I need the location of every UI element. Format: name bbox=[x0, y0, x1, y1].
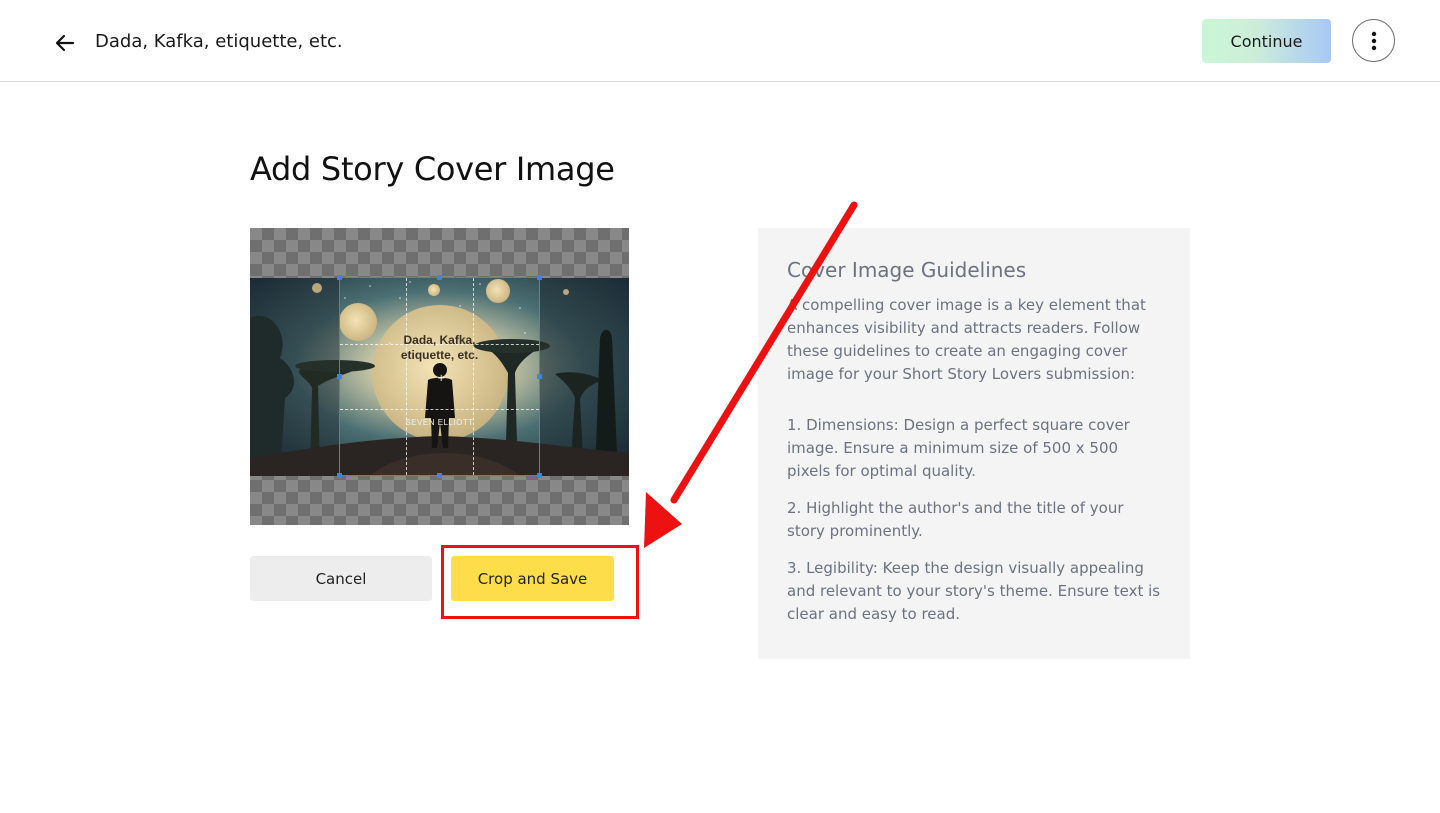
continue-button[interactable]: Continue bbox=[1202, 19, 1331, 63]
cover-guidelines-panel: Cover Image Guidelines A compelling cove… bbox=[758, 228, 1190, 659]
crop-handle-bottom[interactable] bbox=[437, 473, 442, 478]
back-arrow-icon[interactable] bbox=[52, 30, 78, 56]
guidelines-intro: A compelling cover image is a key elemen… bbox=[787, 296, 1146, 383]
crop-handle-top[interactable] bbox=[437, 275, 442, 280]
top-bar: Dada, Kafka, etiquette, etc. Continue bbox=[0, 0, 1440, 82]
crop-handle-bottom-left[interactable] bbox=[337, 473, 342, 478]
crop-handle-bottom-right[interactable] bbox=[537, 473, 542, 478]
crosshair-icon: + bbox=[437, 373, 446, 384]
cancel-button[interactable]: Cancel bbox=[250, 556, 432, 601]
crop-handle-left[interactable] bbox=[337, 374, 342, 379]
guideline-item: 1. Dimensions: Design a perfect square c… bbox=[787, 416, 1130, 480]
image-crop-area[interactable]: Dada, Kafka, etiquette, etc. SEVEN ELLIO… bbox=[250, 228, 629, 525]
crop-handle-right[interactable] bbox=[537, 374, 542, 379]
guidelines-title: Cover Image Guidelines bbox=[787, 258, 1027, 282]
guideline-item: 2. Highlight the author's and the title … bbox=[787, 499, 1124, 540]
more-options-button[interactable] bbox=[1352, 19, 1395, 62]
annotation-arrow-icon bbox=[644, 201, 858, 548]
cover-author-text: SEVEN ELLIOTT bbox=[405, 418, 474, 427]
crop-handle-top-right[interactable] bbox=[537, 275, 542, 280]
more-vertical-icon bbox=[1371, 31, 1376, 50]
crop-handle-top-left[interactable] bbox=[337, 275, 342, 280]
guideline-item: 3. Legibility: Keep the design visually … bbox=[787, 559, 1161, 623]
page-heading: Add Story Cover Image bbox=[250, 150, 615, 188]
crop-and-save-button[interactable]: Crop and Save bbox=[451, 556, 614, 601]
story-title: Dada, Kafka, etiquette, etc. bbox=[95, 31, 343, 52]
cover-title-text: Dada, Kafka, etiquette, etc. bbox=[400, 333, 479, 362]
crop-selection-box[interactable]: Dada, Kafka, etiquette, etc. SEVEN ELLIO… bbox=[337, 275, 542, 478]
